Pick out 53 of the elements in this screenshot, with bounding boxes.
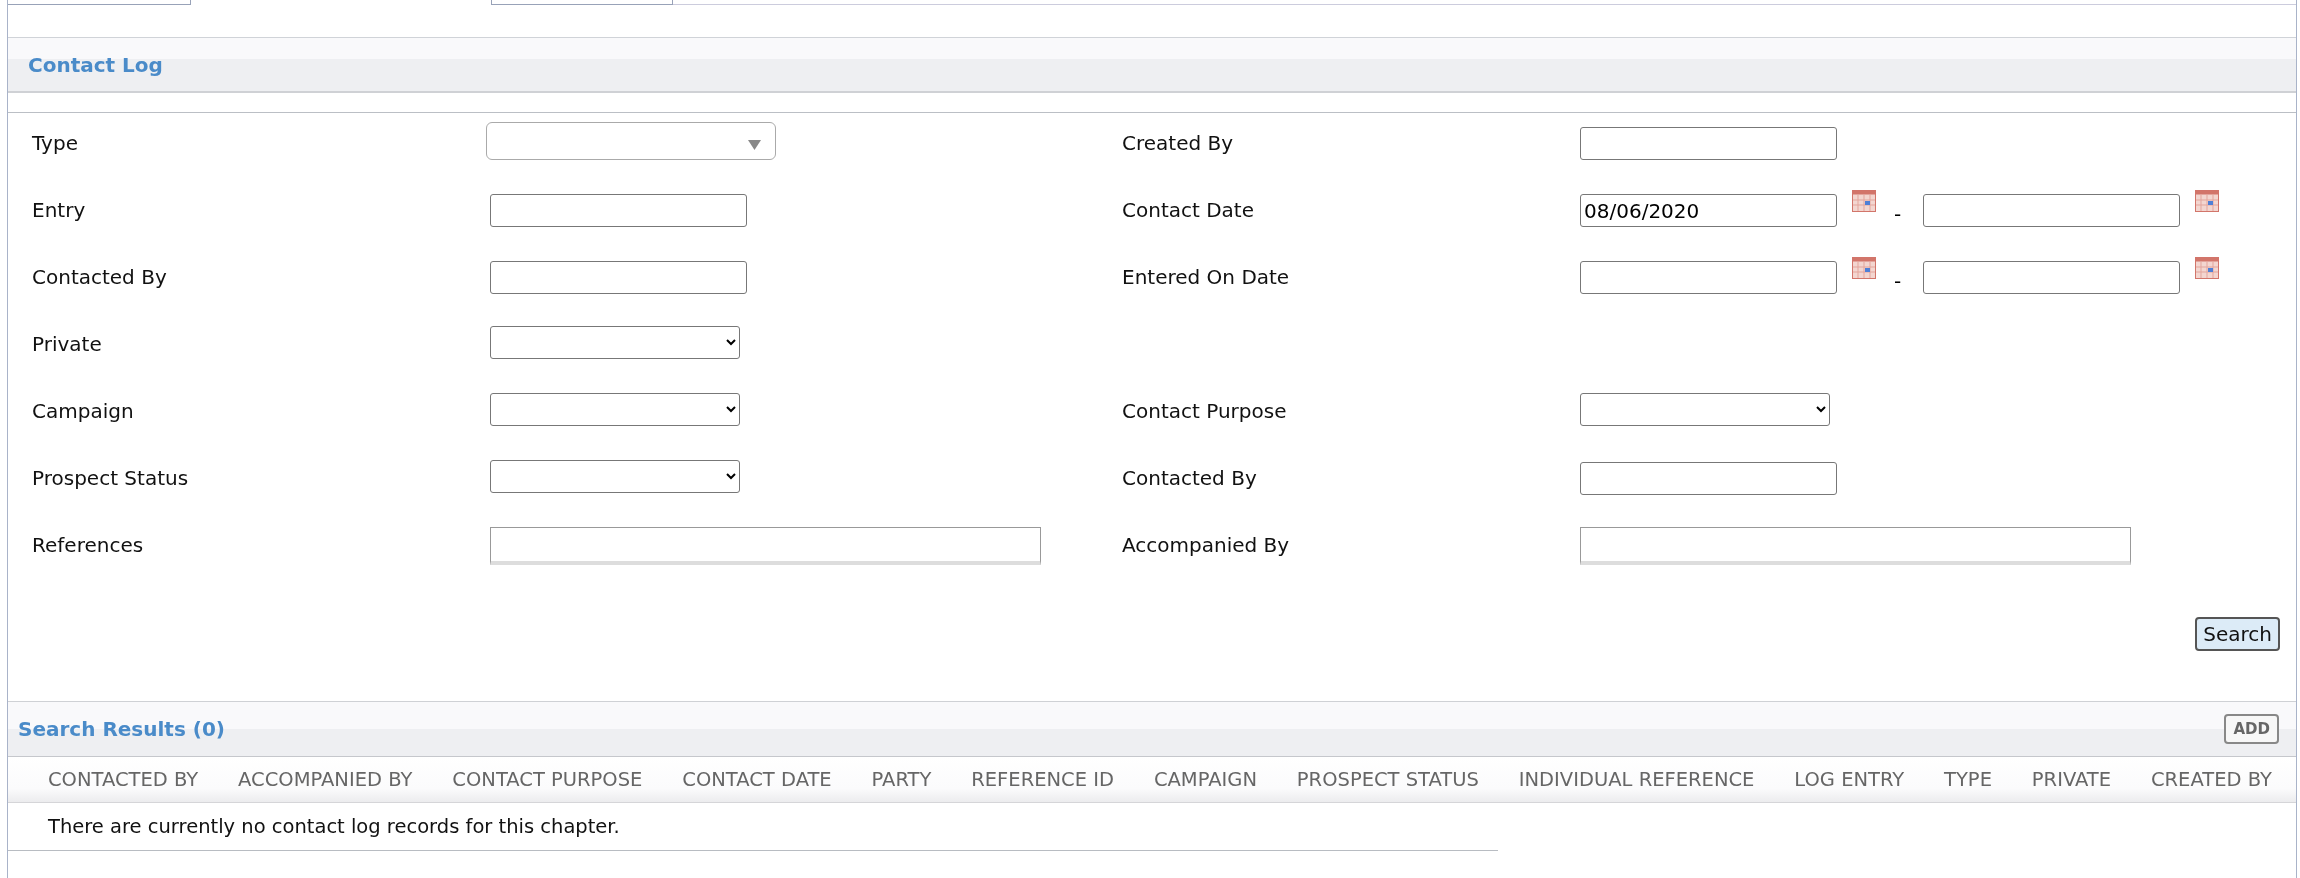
add-button[interactable]: ADD (2224, 714, 2279, 744)
calendar-icon[interactable] (1852, 257, 1876, 279)
search-button[interactable]: Search (2195, 617, 2280, 651)
calendar-icon[interactable] (2195, 257, 2220, 279)
text-field[interactable] (490, 194, 747, 227)
dropdown[interactable] (490, 393, 740, 426)
empty-message: There are currently no contact log records for this chapter. (48, 815, 620, 838)
date-field[interactable] (1923, 261, 2181, 294)
field-label: Prospect Status (32, 466, 189, 490)
date-field[interactable] (1923, 194, 2181, 227)
field-label: Contacted By (32, 265, 167, 289)
date-field[interactable]: 08/06/2020 (1580, 194, 1837, 227)
column-header[interactable]: CONTACT PURPOSE (452, 768, 643, 791)
section-title: Contact Log (28, 52, 163, 77)
field-label: Campaign (32, 399, 134, 423)
text-field[interactable] (1580, 127, 1837, 160)
column-header[interactable]: CONTACT DATE (682, 768, 832, 791)
column-header[interactable]: CREATED BY (2150, 768, 2272, 791)
dropdown[interactable] (1580, 393, 1830, 426)
field-label: Accompanied By (1122, 533, 1290, 557)
field-label: Entered On Date (1122, 265, 1290, 289)
field-label: Contacted By (1122, 466, 1257, 490)
field-label: Contact Purpose (1122, 399, 1287, 423)
field-label: Type (32, 131, 78, 155)
combo-box[interactable] (486, 122, 776, 160)
field-label: Contact Date (1122, 198, 1254, 222)
column-header[interactable]: REFERENCE ID (971, 768, 1114, 791)
range-separator: - (1894, 202, 1902, 226)
dropdown-arrow-icon (748, 140, 761, 150)
column-header[interactable]: CONTACTED BY (48, 768, 199, 791)
calendar-icon[interactable] (2195, 190, 2220, 212)
column-header[interactable]: LOG ENTRY (1794, 768, 1905, 791)
field-label: Entry (32, 198, 86, 222)
section-title: Search Results (0) (18, 717, 225, 741)
text-field[interactable] (490, 261, 747, 294)
date-field[interactable] (1580, 261, 1837, 294)
field-label: Created By (1122, 131, 1234, 155)
column-header[interactable]: PARTY (871, 768, 932, 791)
column-header[interactable]: PRIVATE (2031, 768, 2112, 791)
column-header[interactable]: ACCOMPANIED BY (238, 768, 413, 791)
column-header[interactable]: TYPE (1944, 768, 1992, 791)
calendar-icon[interactable] (1852, 190, 1876, 212)
column-header[interactable]: INDIVIDUAL REFERENCE (1518, 768, 1755, 791)
range-separator: - (1894, 269, 1902, 293)
field-label: Private (32, 332, 102, 356)
dropdown[interactable] (490, 326, 740, 359)
column-header[interactable]: PROSPECT STATUS (1296, 768, 1479, 791)
field-label: References (32, 533, 144, 557)
text-field[interactable] (490, 527, 1041, 565)
text-field[interactable] (1580, 462, 1837, 495)
dropdown[interactable] (490, 460, 740, 493)
text-field[interactable] (1580, 527, 2131, 565)
column-header[interactable]: CAMPAIGN (1153, 768, 1257, 791)
